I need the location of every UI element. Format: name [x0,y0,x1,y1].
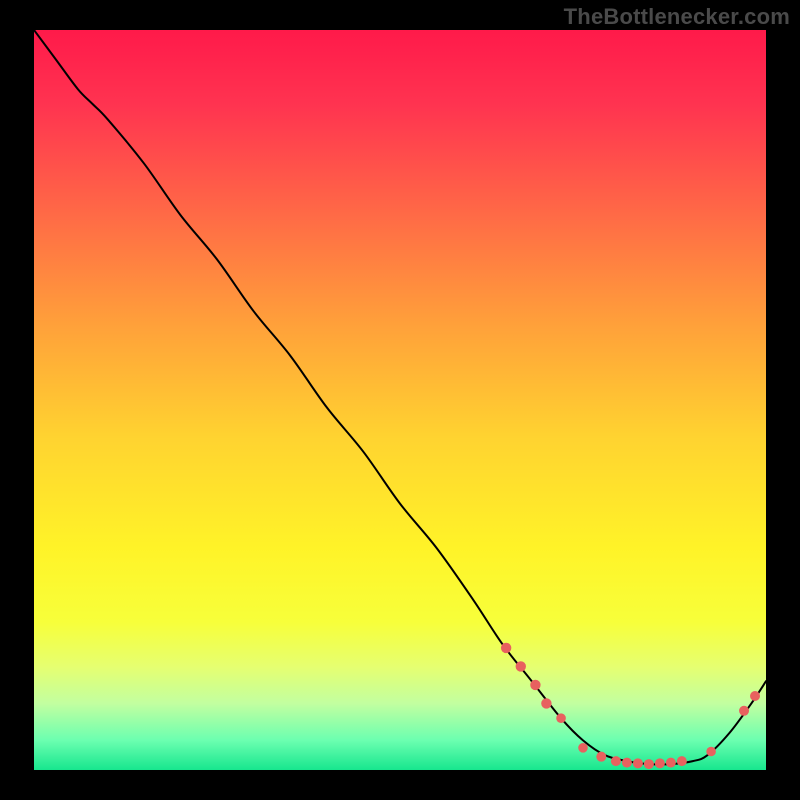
data-marker [633,758,643,768]
chart-svg [34,30,766,770]
data-marker [622,758,632,768]
data-marker [677,756,687,766]
data-marker [516,661,526,671]
data-marker [596,752,606,762]
data-marker [750,691,760,701]
gradient-background [34,30,766,770]
data-marker [578,743,588,753]
plot-area [34,30,766,770]
data-marker [541,698,551,708]
watermark-text: TheBottlenecker.com [564,4,790,30]
data-marker [706,747,716,757]
data-marker [530,680,540,690]
data-marker [611,756,621,766]
chart-frame: TheBottlenecker.com [0,0,800,800]
data-marker [644,759,654,769]
data-marker [501,643,511,653]
data-marker [739,706,749,716]
data-marker [666,758,676,768]
data-marker [556,713,566,723]
data-marker [655,758,665,768]
